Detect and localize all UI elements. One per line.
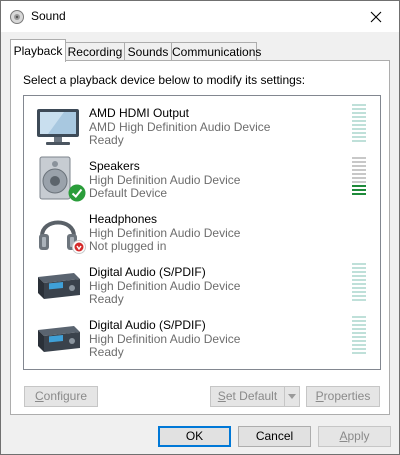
tab-playback[interactable]: Playback: [10, 39, 66, 62]
properties-mnemonic: P: [315, 389, 324, 403]
device-item[interactable]: AMD HDMI Output AMD High Definition Audi…: [24, 98, 380, 151]
close-icon: [370, 11, 382, 22]
close-button[interactable]: [353, 1, 399, 32]
chevron-down-icon: [288, 394, 296, 399]
device-status: Ready: [89, 345, 124, 359]
device-description: High Definition Audio Device: [89, 173, 241, 187]
device-description: AMD High Definition Audio Device: [89, 120, 271, 134]
device-item[interactable]: Speakers High Definition Audio Device De…: [24, 151, 380, 204]
tab-recording[interactable]: Recording: [65, 42, 125, 61]
device-name: Headphones: [89, 212, 158, 226]
device-name: Speakers: [89, 159, 140, 173]
title-bar[interactable]: Sound: [1, 1, 399, 32]
set-default-mnemonic: S: [217, 389, 226, 403]
properties-label: roperties: [323, 389, 371, 403]
apply-button[interactable]: Apply: [318, 426, 391, 447]
device-status: Ready: [89, 133, 124, 147]
device-description: High Definition Audio Device: [89, 226, 241, 240]
tab-communications[interactable]: Communications: [171, 42, 261, 61]
instructions-text: Select a playback device below to modify…: [23, 73, 306, 87]
monitor-icon: [37, 109, 79, 145]
volume-meter: [352, 263, 366, 305]
cancel-button[interactable]: Cancel: [238, 426, 311, 447]
unplugged-icon: [72, 240, 86, 254]
device-item[interactable]: Digital Audio (S/PDIF) High Definition A…: [24, 257, 380, 310]
device-item[interactable]: Headphones High Definition Audio Device …: [24, 204, 380, 257]
configure-button[interactable]: Configure: [24, 386, 98, 407]
device-name: AMD HDMI Output: [89, 106, 190, 120]
tab-sounds[interactable]: Sounds: [124, 42, 172, 61]
device-name: Digital Audio (S/PDIF): [89, 318, 206, 332]
window-title: Sound: [31, 9, 66, 23]
configure-label: onfigure: [43, 389, 88, 403]
device-description: High Definition Audio Device: [89, 332, 241, 346]
apply-mnemonic: A: [339, 429, 348, 443]
device-status: Not plugged in: [89, 239, 167, 253]
configure-mnemonic: C: [34, 389, 44, 403]
digital-receiver-icon: [38, 273, 80, 299]
device-status: Ready: [89, 292, 124, 306]
ok-button[interactable]: OK: [158, 426, 231, 447]
volume-meter: [352, 157, 366, 199]
default-check-icon: [68, 184, 86, 202]
sound-app-icon: [10, 10, 24, 24]
apply-label: pply: [347, 429, 370, 443]
playback-panel: Select a playback device below to modify…: [10, 60, 390, 415]
sound-dialog: Sound Playback Recording Sounds Communic…: [0, 0, 400, 455]
set-default-button[interactable]: Set Default: [210, 386, 285, 407]
device-name: Digital Audio (S/PDIF): [89, 265, 206, 279]
set-default-dropdown-button[interactable]: [284, 386, 300, 407]
device-list[interactable]: AMD HDMI Output AMD High Definition Audi…: [23, 95, 381, 370]
volume-meter: [352, 316, 366, 358]
device-item[interactable]: Digital Audio (S/PDIF) High Definition A…: [24, 310, 380, 363]
volume-meter: [352, 104, 366, 146]
device-description: High Definition Audio Device: [89, 279, 241, 293]
digital-receiver-icon: [38, 326, 80, 352]
properties-button[interactable]: Properties: [306, 386, 380, 407]
device-status: Default Device: [89, 186, 168, 200]
set-default-label: et Default: [225, 389, 278, 403]
